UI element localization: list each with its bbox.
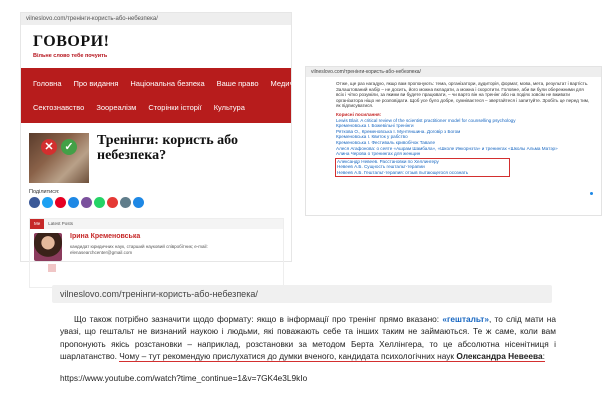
reference-link[interactable]: Алина Черова о тренингах для женщин	[336, 151, 593, 157]
para-text-1: Що також потрібно зазначити щодо формату…	[74, 314, 443, 324]
author-name[interactable]: Ірина Кременовська	[70, 233, 220, 240]
nav-item[interactable]: Національна безпека	[124, 79, 210, 88]
para-highlight: Чому – тут рекомендую прислухатися до ду…	[119, 351, 457, 363]
expert-name: Олександра Невеева	[456, 351, 543, 363]
author-description: кандидат юридичних наук, старший наукови…	[70, 244, 208, 255]
article-paragraph: Що також потрібно зазначити щодо формату…	[60, 313, 556, 363]
author-box: Me Latest Posts Ірина Кременовська канди…	[29, 218, 284, 288]
nav-item[interactable]: Зоореалізм	[90, 103, 142, 112]
nav-item[interactable]: Головна	[27, 79, 68, 88]
share-icon[interactable]	[29, 197, 40, 208]
site-logo[interactable]: ГОВОРИ!	[33, 33, 291, 51]
nav-item[interactable]: Культура	[208, 103, 251, 112]
post-header: ✕ ✓ Тренінги: користь або небезпека?	[29, 133, 291, 185]
address-bar[interactable]: vilneslovo.com/тренінги-користь-або-небе…	[306, 67, 601, 77]
share-icon[interactable]	[55, 197, 66, 208]
cross-icon: ✕	[41, 139, 57, 155]
site-tagline: Вільне слово тебе почуить	[33, 53, 108, 59]
nav-row-2: Сектознавство Зоореалізм Сторінки історії К…	[27, 95, 285, 119]
author-social-icon[interactable]	[48, 264, 56, 272]
nav-item[interactable]: Про видання	[68, 79, 125, 88]
author-tabs: Me Latest Posts	[30, 219, 283, 229]
share-icon[interactable]	[42, 197, 53, 208]
tab-latest-posts[interactable]: Latest Posts	[44, 219, 77, 229]
reference-link[interactable]: Невеев А.Б. Гештальт-терапия: отзыв пыта…	[337, 170, 508, 176]
author-avatar	[34, 233, 62, 261]
share-icon[interactable]	[68, 197, 79, 208]
reference-list: Lewis Blair. A critical review of the sc…	[336, 118, 593, 157]
post-thumbnail: ✕ ✓	[29, 133, 89, 183]
share-icon[interactable]	[94, 197, 105, 208]
scroll-indicator[interactable]	[590, 192, 593, 195]
screenshot-quote: vilneslovo.com/тренінги-користь-або-небе…	[52, 285, 556, 405]
highlighted-references: Александр Невеев. Расстановки по Хеллинг…	[335, 157, 510, 177]
share-label: Поділитися:	[29, 189, 60, 195]
share-icon[interactable]	[81, 197, 92, 208]
share-icon[interactable]	[107, 197, 118, 208]
address-bar[interactable]: vilneslovo.com/тренінги-користь-або-небе…	[21, 13, 291, 25]
author-body: Ірина Кременовська кандидат юридичних на…	[30, 229, 283, 276]
nav-row-1: Головна Про видання Національна безпека Ваш…	[27, 71, 302, 95]
nav-item[interactable]: Ваше право	[211, 79, 265, 88]
intro-text: Отже, ще раз нагадую, якщо вам пропонуют…	[336, 81, 590, 109]
share-icon[interactable]	[120, 197, 131, 208]
share-buttons	[29, 197, 291, 208]
nav-item[interactable]: Сектознавство	[27, 103, 90, 112]
post-title[interactable]: Тренінги: користь або небезпека?	[97, 133, 267, 185]
check-icon: ✓	[61, 139, 77, 155]
nav-item[interactable]: Медична	[265, 79, 308, 88]
keyword-gestalt: «гештальт»	[442, 314, 489, 324]
screenshot-references: vilneslovo.com/тренінги-користь-або-небе…	[305, 66, 602, 216]
screenshot-article-top: vilneslovo.com/тренінги-користь-або-небе…	[20, 12, 302, 288]
tab-me[interactable]: Me	[30, 219, 45, 229]
main-nav: Головна Про видання Національна безпека Ваш…	[21, 68, 302, 123]
nav-item[interactable]: Сторінки історії	[142, 103, 207, 112]
youtube-link[interactable]: https://www.youtube.com/watch?time_conti…	[60, 373, 556, 383]
share-icon[interactable]	[133, 197, 144, 208]
para-text-end: :	[542, 351, 545, 363]
address-bar[interactable]: vilneslovo.com/тренінги-користь-або-небе…	[52, 285, 552, 303]
